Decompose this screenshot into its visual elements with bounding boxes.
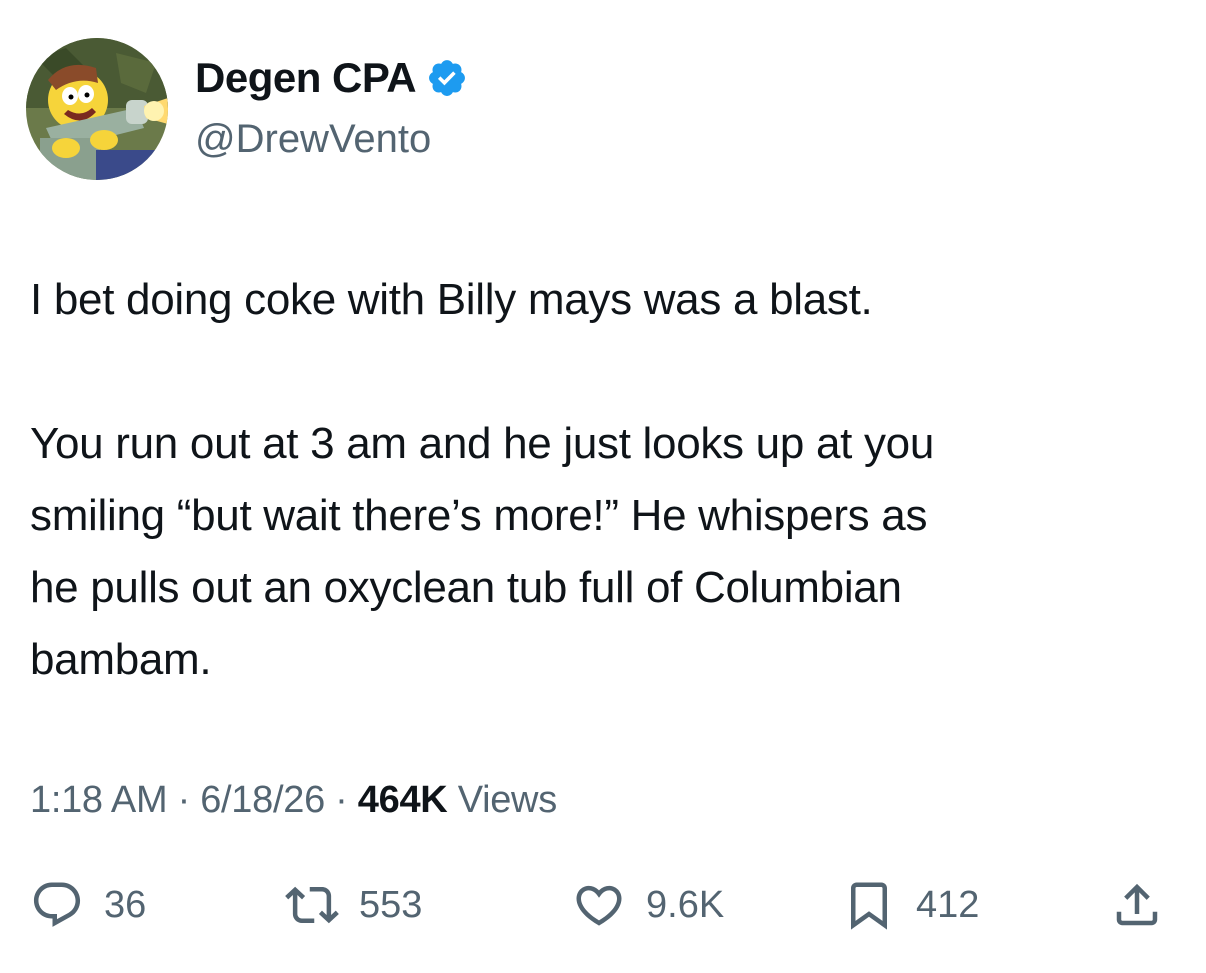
tweet-time[interactable]: 1:18 AM: [30, 779, 168, 821]
views-label: Views: [457, 779, 557, 821]
tweet-date[interactable]: 6/18/26: [200, 779, 325, 821]
share-button[interactable]: [1110, 870, 1164, 940]
like-count: 9.6K: [646, 883, 725, 926]
meta-separator: ·: [335, 779, 348, 821]
retweet-button[interactable]: 553: [285, 870, 422, 940]
bookmark-button[interactable]: 412: [842, 870, 979, 940]
reply-button[interactable]: 36: [30, 870, 146, 940]
tweet-metadata: 1:18 AM · 6/18/26 · 464K Views: [30, 776, 557, 824]
verified-badge-icon: [426, 57, 468, 99]
share-icon: [1110, 878, 1164, 932]
display-name-text: Degen CPA: [195, 54, 417, 101]
tweet-text: I bet doing coke with Billy mays was a b…: [30, 275, 935, 684]
reply-count: 36: [104, 883, 147, 926]
reply-icon: [30, 878, 84, 932]
heart-icon: [572, 878, 626, 932]
bookmark-count: 412: [916, 883, 980, 926]
retweet-icon: [285, 878, 339, 932]
action-bar: 36 553 9.6K 412: [0, 870, 1206, 940]
cartoon-character-icon: [26, 38, 168, 180]
views-count: 464K: [357, 779, 448, 821]
meta-separator: ·: [177, 779, 191, 821]
bookmark-icon: [842, 878, 896, 932]
display-name[interactable]: Degen CPA: [195, 52, 468, 104]
user-handle[interactable]: @DrewVento: [195, 114, 431, 164]
avatar[interactable]: [26, 38, 168, 180]
retweet-count: 553: [359, 883, 423, 926]
like-button[interactable]: 9.6K: [572, 870, 724, 940]
